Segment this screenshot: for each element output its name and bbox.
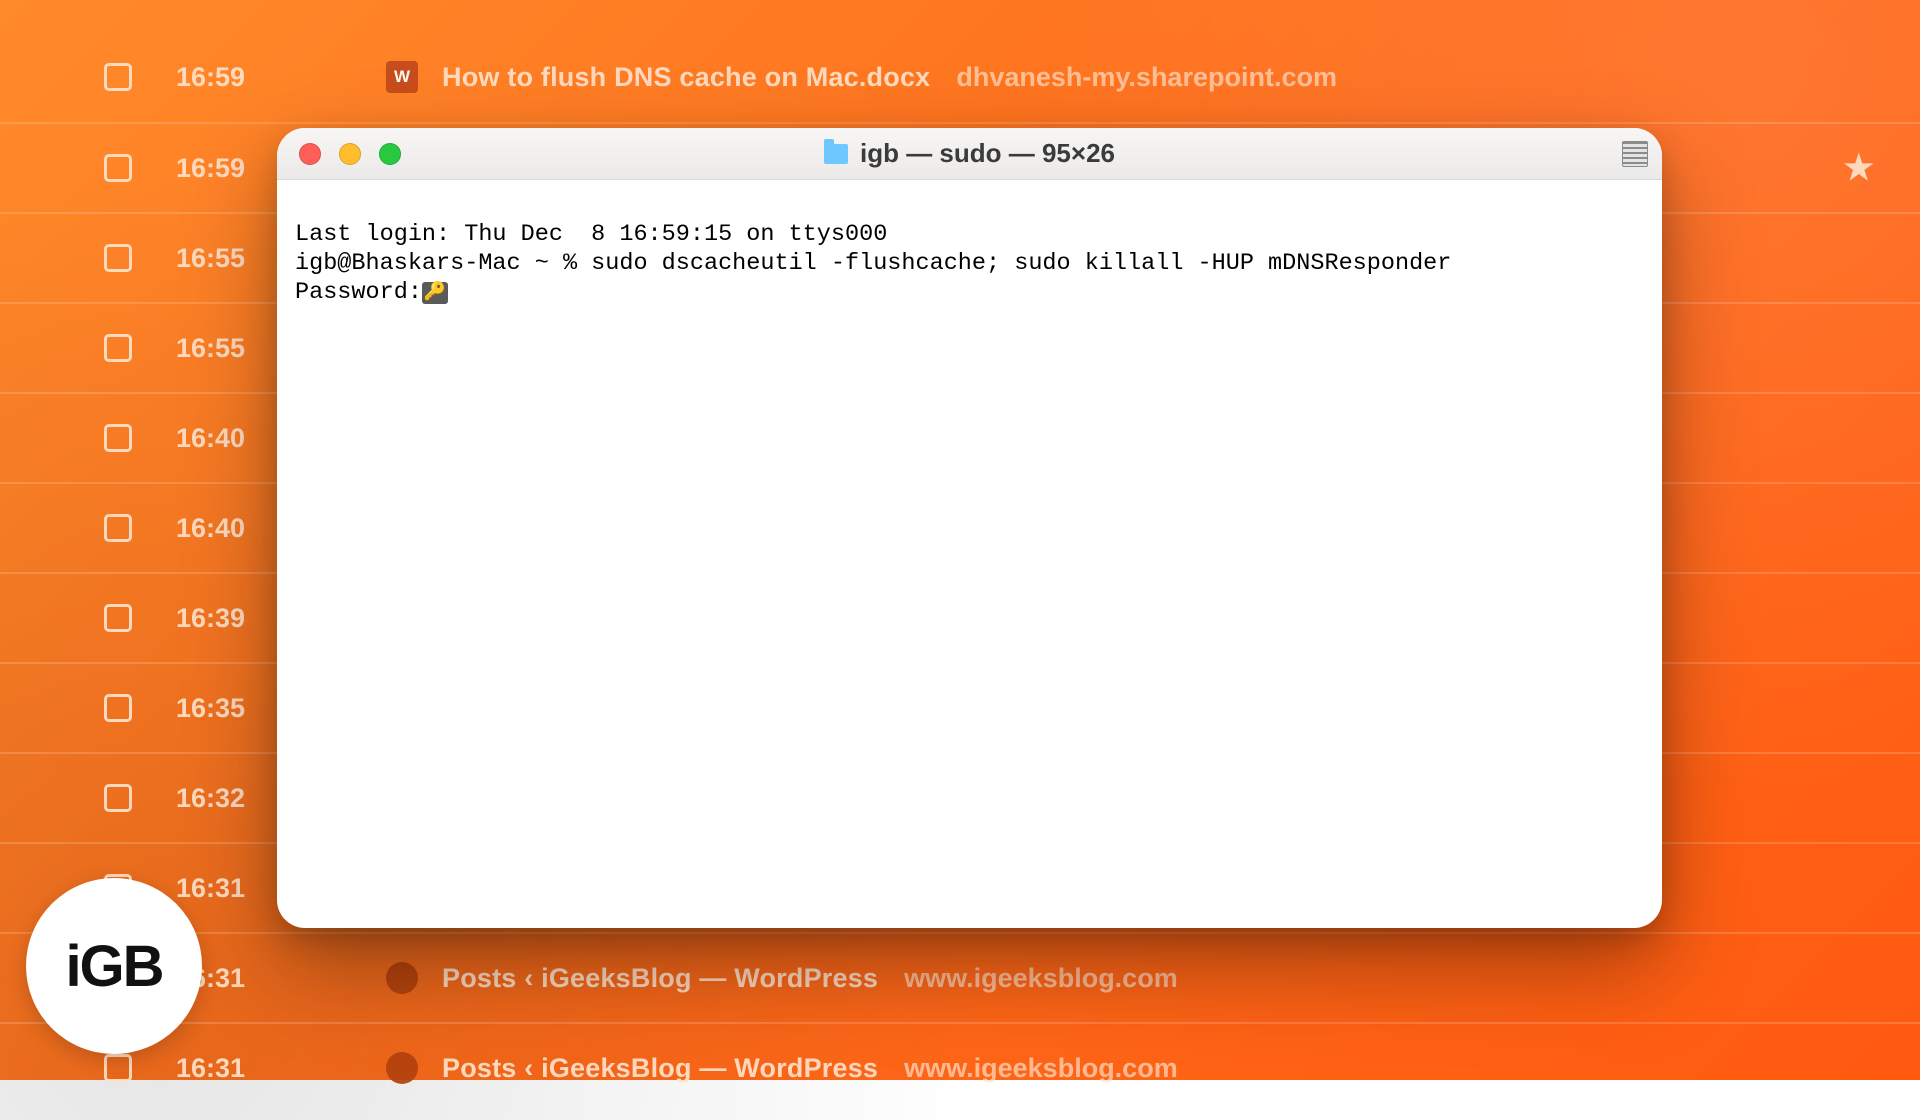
history-row-title: Posts ‹ iGeeksBlog — WordPress <box>442 963 878 994</box>
history-row-checkbox[interactable] <box>104 694 132 722</box>
minimize-window-button[interactable] <box>339 143 361 165</box>
word-doc-icon: W <box>386 61 418 93</box>
history-row-domain: dhvanesh-my.sharepoint.com <box>956 62 1337 93</box>
terminal-body[interactable]: Last login: Thu Dec 8 16:59:15 on ttys00… <box>277 180 1662 928</box>
terminal-title-text: igb — sudo — 95×26 <box>860 138 1115 169</box>
terminal-line-password: Password: <box>295 279 422 306</box>
history-row-checkbox[interactable] <box>104 1054 132 1082</box>
history-row-title: How to flush DNS cache on Mac.docx <box>442 62 930 93</box>
zoom-window-button[interactable] <box>379 143 401 165</box>
history-row-checkbox[interactable] <box>104 604 132 632</box>
history-row-domain: www.igeeksblog.com <box>904 1053 1178 1084</box>
terminal-line-command: igb@Bhaskars-Mac ~ % sudo dscacheutil -f… <box>295 250 1451 277</box>
history-row-checkbox[interactable] <box>104 424 132 452</box>
screenshot-stage: 16:59W How to flush DNS cache on Mac.docx… <box>0 0 1920 1080</box>
history-row-domain: www.igeeksblog.com <box>904 963 1178 994</box>
history-row-checkbox[interactable] <box>104 334 132 362</box>
history-row-checkbox[interactable] <box>104 784 132 812</box>
terminal-window[interactable]: igb — sudo — 95×26 Last login: Thu Dec 8… <box>277 128 1662 928</box>
folder-icon <box>824 144 848 164</box>
igb-logo-text: iGB <box>65 933 162 1000</box>
terminal-titlebar[interactable]: igb — sudo — 95×26 <box>277 128 1662 180</box>
close-window-button[interactable] <box>299 143 321 165</box>
history-row[interactable]: 16:31 Posts ‹ iGeeksBlog — WordPress www.i… <box>0 1022 1920 1112</box>
wordpress-icon <box>386 962 418 994</box>
history-row-title: Posts ‹ iGeeksBlog — WordPress <box>442 1053 878 1084</box>
terminal-profile-button[interactable] <box>1622 141 1648 167</box>
window-traffic-lights <box>299 143 401 165</box>
history-row-checkbox[interactable] <box>104 244 132 272</box>
terminal-title: igb — sudo — 95×26 <box>824 138 1115 169</box>
history-row[interactable]: 16:31 Posts ‹ iGeeksBlog — WordPress www.i… <box>0 932 1920 1022</box>
wordpress-icon <box>386 1052 418 1084</box>
history-row-checkbox[interactable] <box>104 514 132 542</box>
history-row-time: 16:59 <box>176 62 386 93</box>
password-key-icon: 🔑 <box>422 282 448 304</box>
terminal-line-login: Last login: Thu Dec 8 16:59:15 on ttys00… <box>295 221 887 248</box>
history-row-checkbox[interactable] <box>104 154 132 182</box>
igb-logo-badge: iGB <box>26 878 202 1054</box>
star-icon[interactable]: ★ <box>1844 148 1874 188</box>
history-row[interactable]: 16:59W How to flush DNS cache on Mac.docx… <box>0 32 1920 122</box>
history-row-time: 16:31 <box>176 963 386 994</box>
history-row-checkbox[interactable] <box>104 63 132 91</box>
history-row-time: 16:31 <box>176 1053 386 1084</box>
